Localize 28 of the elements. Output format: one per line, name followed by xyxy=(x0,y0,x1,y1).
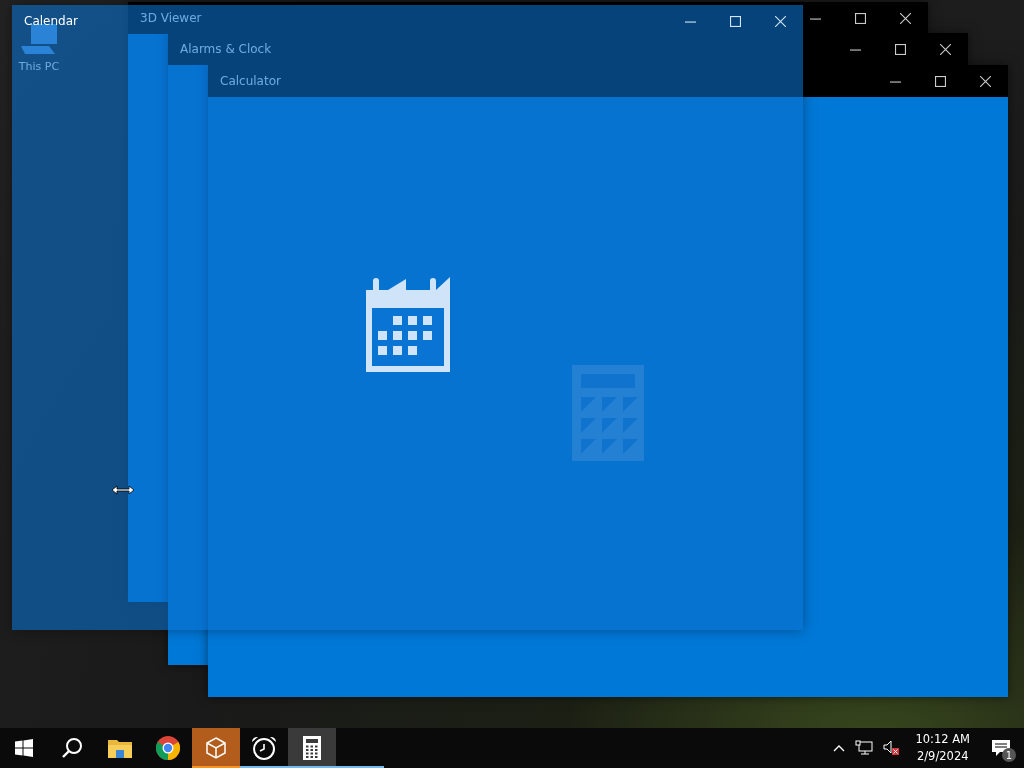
search-icon xyxy=(61,737,83,759)
muted-speaker-icon[interactable] xyxy=(883,740,900,756)
browser-icon xyxy=(156,736,180,760)
close-icon[interactable] xyxy=(900,12,911,24)
cube-icon xyxy=(204,736,228,760)
taskbar-button[interactable] xyxy=(288,728,336,768)
close-icon[interactable] xyxy=(940,43,951,55)
maximize-icon[interactable] xyxy=(730,15,741,27)
window-title: Alarms & Clock xyxy=(180,42,272,56)
close-icon[interactable] xyxy=(980,75,991,87)
clock[interactable]: 10:12 AM 2/9/2024 xyxy=(909,731,976,765)
maximize-icon[interactable] xyxy=(855,12,866,24)
alarm-clock-icon xyxy=(251,736,277,760)
network-icon[interactable] xyxy=(855,740,874,756)
notification-count: 1 xyxy=(1002,748,1016,762)
calculator-icon xyxy=(572,365,644,461)
close-icon[interactable] xyxy=(775,15,786,27)
action-center-button[interactable]: 1 xyxy=(986,728,1016,768)
maximize-icon[interactable] xyxy=(895,43,906,55)
maximize-icon[interactable] xyxy=(935,75,946,87)
calculator-icon xyxy=(303,736,321,760)
resize-cursor-icon xyxy=(111,485,135,495)
chevron-up-icon[interactable] xyxy=(833,744,846,752)
window-title: Calendar xyxy=(24,14,78,28)
windows-logo-icon xyxy=(15,739,33,757)
window-title: Calculator xyxy=(220,74,281,88)
window-title: 3D Viewer xyxy=(140,11,202,25)
folder-icon xyxy=(108,738,132,758)
